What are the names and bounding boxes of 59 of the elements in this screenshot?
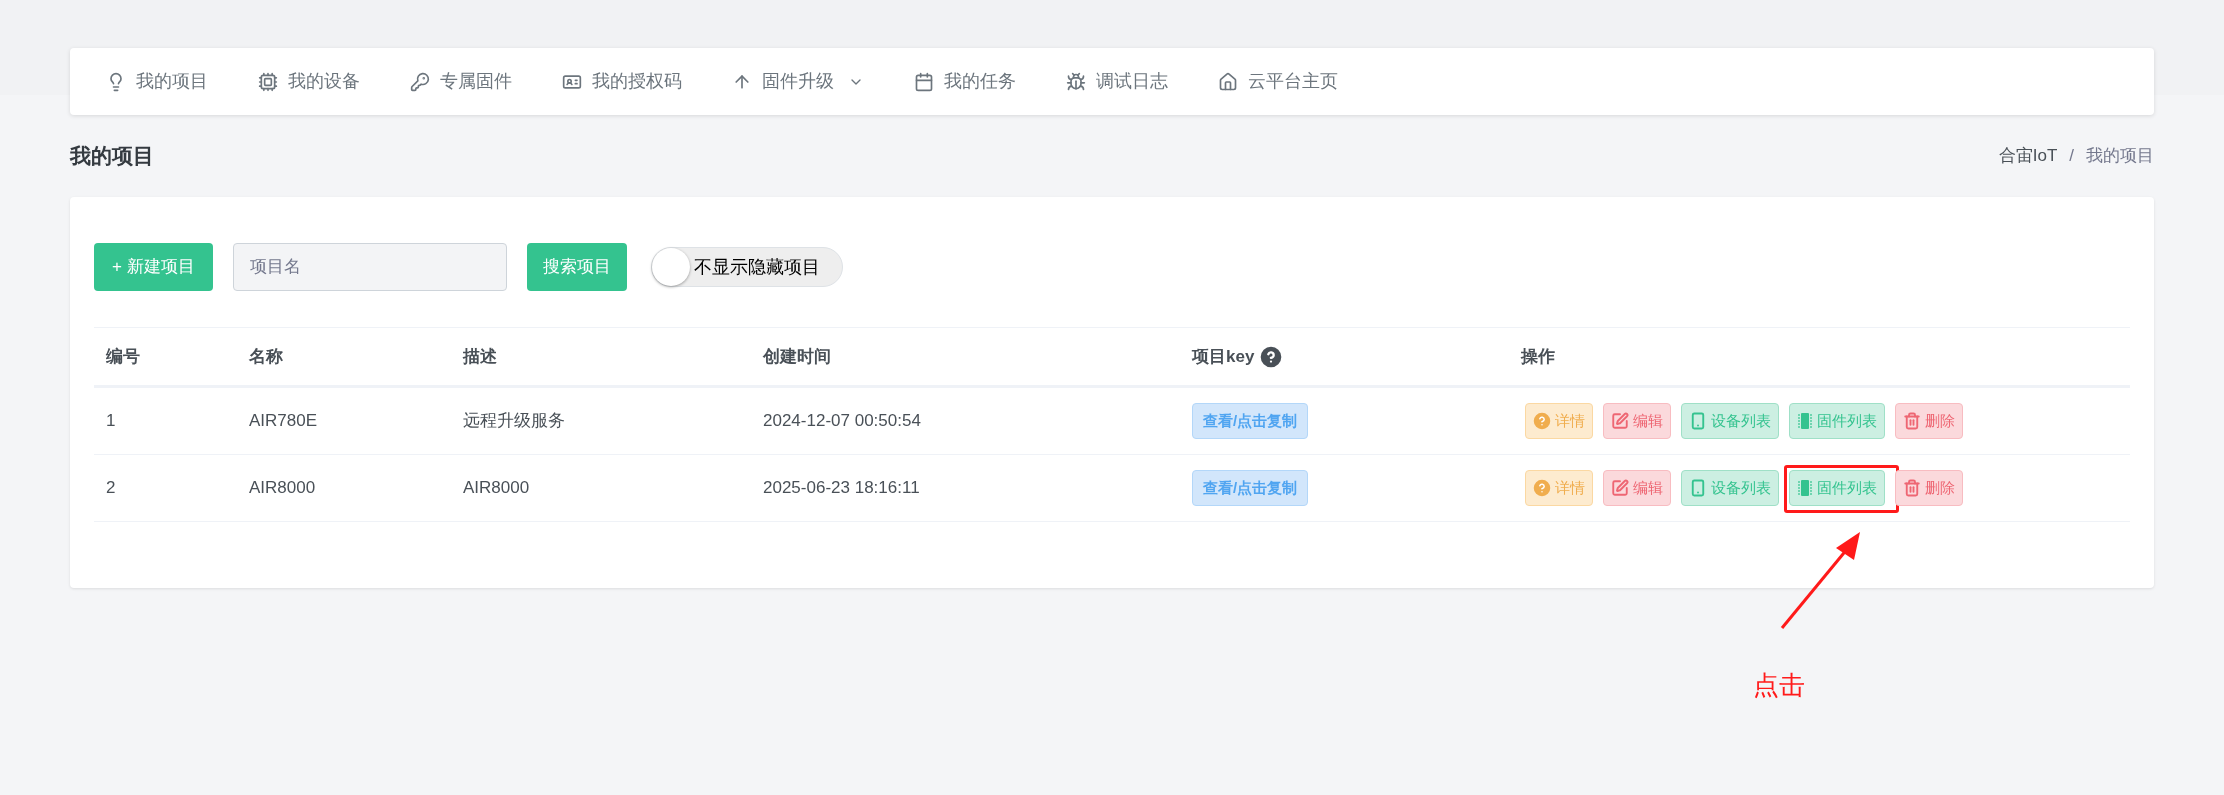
nav-item[interactable]: 我的设备 bbox=[258, 68, 360, 95]
table-cell: 2024-12-07 00:50:54 bbox=[763, 411, 921, 431]
copy-key-button[interactable]: 查看/点击复制 bbox=[1192, 470, 1309, 506]
column-header: 描述 bbox=[463, 345, 497, 368]
delete-button[interactable]: 删除 bbox=[1895, 470, 1963, 506]
help-icon bbox=[1533, 479, 1551, 497]
edit-button[interactable]: 编辑 bbox=[1603, 470, 1671, 506]
column-header: 名称 bbox=[249, 345, 283, 368]
chip-icon bbox=[258, 71, 278, 92]
nav-item[interactable]: 我的授权码 bbox=[562, 68, 682, 95]
bug-icon bbox=[1066, 71, 1086, 92]
device-list-button[interactable]: 设备列表 bbox=[1681, 403, 1779, 439]
calendar-icon bbox=[914, 71, 934, 92]
help-icon bbox=[1533, 412, 1551, 430]
breadcrumb-item: 我的项目 bbox=[2086, 145, 2154, 168]
trash-icon bbox=[1903, 412, 1921, 430]
nav-item[interactable]: 我的任务 bbox=[914, 68, 1016, 95]
firmware-list-button[interactable]: 固件列表 bbox=[1789, 470, 1885, 506]
table-cell: 2025-06-23 18:16:11 bbox=[763, 478, 920, 498]
edit-button[interactable]: 编辑 bbox=[1603, 403, 1671, 439]
nav-item[interactable]: 固件升级 bbox=[732, 68, 864, 95]
phone-icon bbox=[1689, 479, 1707, 497]
device-list-button[interactable]: 设备列表 bbox=[1681, 470, 1779, 506]
help-icon bbox=[1260, 345, 1283, 368]
hide-projects-toggle[interactable]: 不显示隐藏项目 bbox=[650, 247, 843, 287]
breadcrumb-item[interactable]: 合宙IoT bbox=[1998, 143, 2058, 169]
page-title: 我的项目 bbox=[70, 143, 154, 170]
detail-button[interactable]: 详情 bbox=[1525, 470, 1593, 506]
search-project-button[interactable]: 搜索项目 bbox=[526, 243, 627, 291]
nav-item[interactable]: 专属固件 bbox=[410, 68, 512, 95]
column-header: 创建时间 bbox=[763, 345, 831, 368]
phone-icon bbox=[1689, 412, 1707, 430]
column-header: 编号 bbox=[106, 345, 140, 368]
column-header: 操作 bbox=[1521, 345, 1555, 368]
search-field[interactable]: 项目名 bbox=[232, 243, 507, 291]
table-cell: AIR780E bbox=[249, 411, 318, 431]
edit-icon bbox=[1611, 412, 1629, 430]
home-icon bbox=[1218, 71, 1238, 92]
breadcrumb-separator: / bbox=[2069, 145, 2074, 168]
new-project-button[interactable]: + 新建项目 bbox=[94, 243, 213, 291]
table-cell: 2 bbox=[106, 478, 116, 498]
nav-item[interactable]: 云平台主页 bbox=[1218, 68, 1338, 95]
nav-item[interactable]: 调试日志 bbox=[1066, 68, 1168, 95]
copy-key-button[interactable]: 查看/点击复制 bbox=[1192, 403, 1309, 439]
delete-button[interactable]: 删除 bbox=[1895, 403, 1963, 439]
detail-button[interactable]: 详情 bbox=[1525, 403, 1593, 439]
table-cell: AIR8000 bbox=[249, 478, 316, 498]
table-cell: 1 bbox=[106, 411, 116, 431]
table-cell: 远程升级服务 bbox=[463, 411, 565, 431]
column-header: 项目key bbox=[1192, 345, 1255, 368]
firmware-list-button[interactable]: 固件列表 bbox=[1789, 403, 1885, 439]
chip-icon bbox=[1797, 479, 1813, 497]
trash-icon bbox=[1903, 479, 1921, 497]
chip-icon bbox=[1797, 412, 1813, 430]
annotation-text: 点击 bbox=[1753, 669, 1805, 702]
table-cell: AIR8000 bbox=[463, 478, 530, 498]
edit-icon bbox=[1611, 479, 1629, 497]
nav-item[interactable]: 我的项目 bbox=[106, 68, 208, 95]
key-icon bbox=[410, 71, 430, 92]
